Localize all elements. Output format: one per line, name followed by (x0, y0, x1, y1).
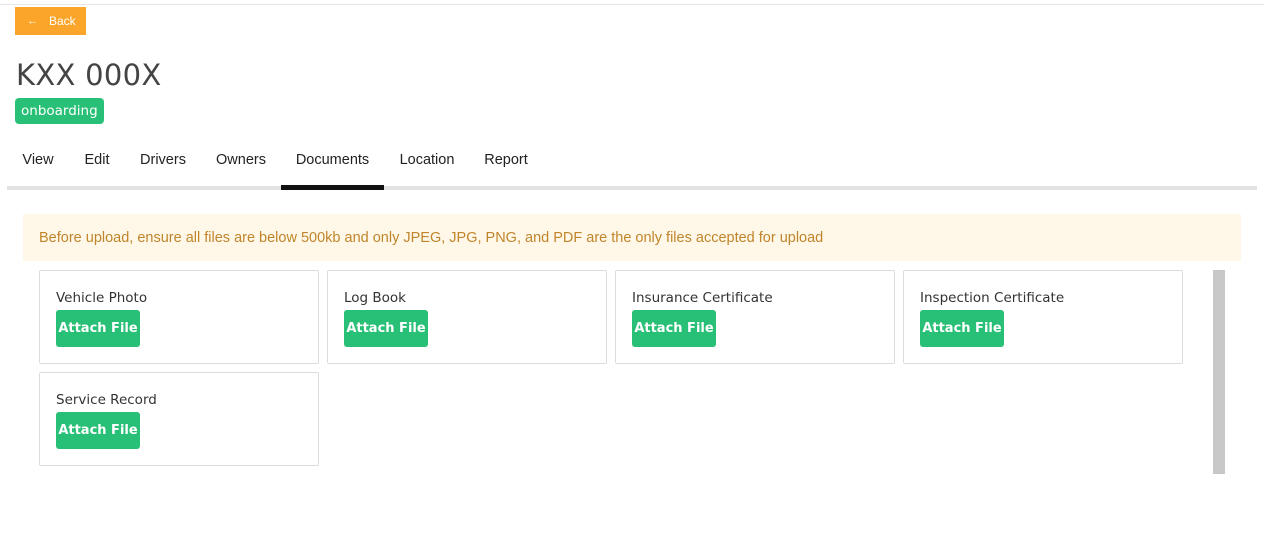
documents-grid: Vehicle Photo Attach File Log Book Attac… (39, 270, 1199, 475)
upload-requirements-alert: Before upload, ensure all files are belo… (23, 214, 1241, 261)
tab-drivers[interactable]: Drivers (125, 140, 201, 190)
documents-scrollbar[interactable] (1213, 270, 1225, 474)
document-card-vehicle-photo: Vehicle Photo Attach File (39, 270, 319, 364)
top-divider (0, 4, 1264, 5)
attach-file-button[interactable]: Attach File (920, 310, 1004, 347)
document-label: Vehicle Photo (56, 290, 148, 306)
document-card-log-book: Log Book Attach File (327, 270, 607, 364)
document-label: Inspection Certificate (920, 290, 1065, 306)
tab-view[interactable]: View (7, 140, 69, 190)
attach-file-button[interactable]: Attach File (344, 310, 428, 347)
document-card-inspection-certificate: Inspection Certificate Attach File (903, 270, 1183, 364)
scrollbar-thumb[interactable] (1213, 270, 1225, 474)
attach-file-button[interactable]: Attach File (56, 310, 140, 347)
tab-report[interactable]: Report (470, 140, 542, 190)
alert-text: Before upload, ensure all files are belo… (39, 229, 824, 246)
attach-file-button[interactable]: Attach File (632, 310, 716, 347)
tab-location[interactable]: Location (384, 140, 470, 190)
page-title: KXX 000X (16, 58, 162, 92)
document-label: Log Book (344, 290, 407, 306)
back-label: Back (49, 14, 76, 28)
status-badge: onboarding (15, 98, 104, 124)
document-card-insurance-certificate: Insurance Certificate Attach File (615, 270, 895, 364)
attach-file-button[interactable]: Attach File (56, 412, 140, 449)
arrow-left-icon: ← (27, 14, 38, 27)
document-card-service-record: Service Record Attach File (39, 372, 319, 466)
tab-owners[interactable]: Owners (201, 140, 281, 190)
tab-edit[interactable]: Edit (69, 140, 125, 190)
document-label: Insurance Certificate (632, 290, 773, 306)
tab-documents[interactable]: Documents (281, 140, 384, 190)
tab-bar: View Edit Drivers Owners Documents Locat… (7, 140, 1257, 190)
document-label: Service Record (56, 392, 157, 408)
back-button[interactable]: ← Back (15, 7, 86, 35)
